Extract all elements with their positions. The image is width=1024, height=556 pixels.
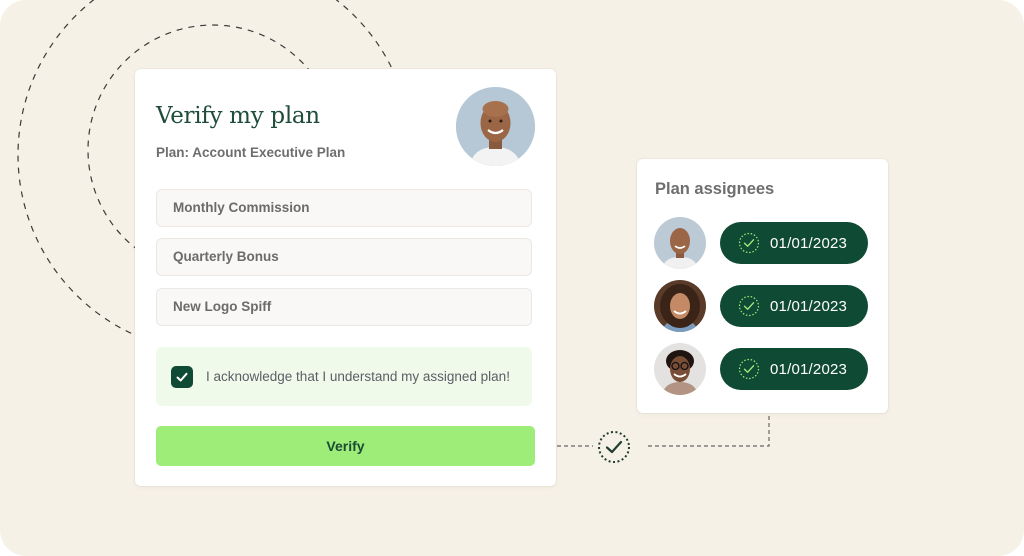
plan-subtitle: Plan: Account Executive Plan (156, 145, 346, 160)
verify-button[interactable]: Verify (156, 426, 535, 466)
avatar-woman-icon (654, 280, 706, 332)
verified-date-badge: 01/01/2023 (720, 348, 868, 390)
verified-date: 01/01/2023 (770, 297, 848, 315)
acknowledge-label: I acknowledge that I understand my assig… (206, 369, 510, 384)
avatar-man-icon (654, 217, 706, 269)
verify-plan-card: Verify my plan Plan: Account Executive P… (135, 69, 556, 486)
plan-component-quarterly-bonus[interactable]: Quarterly Bonus (156, 238, 532, 276)
avatar-woman-glasses-icon (654, 343, 706, 395)
avatar-man-icon (456, 87, 535, 166)
verified-date: 01/01/2023 (770, 360, 848, 378)
user-avatar (456, 87, 535, 166)
check-circle-icon (738, 232, 760, 254)
checkmark-icon (176, 372, 188, 381)
connector-line-right (648, 414, 770, 447)
avatar (654, 343, 706, 395)
acknowledge-row[interactable]: I acknowledge that I understand my assig… (156, 347, 532, 406)
canvas-background: Verify my plan Plan: Account Executive P… (0, 0, 1024, 556)
assignee-row: 01/01/2023 (654, 217, 869, 269)
acknowledge-checkbox[interactable] (171, 365, 193, 388)
assignees-title: Plan assignees (655, 180, 775, 198)
assignee-row: 01/01/2023 (654, 343, 869, 395)
verified-date-badge: 01/01/2023 (720, 285, 868, 327)
plan-assignees-card: Plan assignees 01/01/2023 01/01/2023 01/… (637, 159, 888, 413)
check-circle-icon (598, 431, 630, 463)
verified-date-badge: 01/01/2023 (720, 222, 868, 264)
check-circle-icon (738, 358, 760, 380)
avatar (654, 280, 706, 332)
plan-component-monthly-commission[interactable]: Monthly Commission (156, 189, 532, 227)
avatar (654, 217, 706, 269)
page-title: Verify my plan (156, 103, 320, 129)
assignee-row: 01/01/2023 (654, 280, 869, 332)
check-circle-icon (738, 295, 760, 317)
plan-component-new-logo-spiff[interactable]: New Logo Spiff (156, 288, 532, 326)
verified-date: 01/01/2023 (770, 234, 848, 252)
